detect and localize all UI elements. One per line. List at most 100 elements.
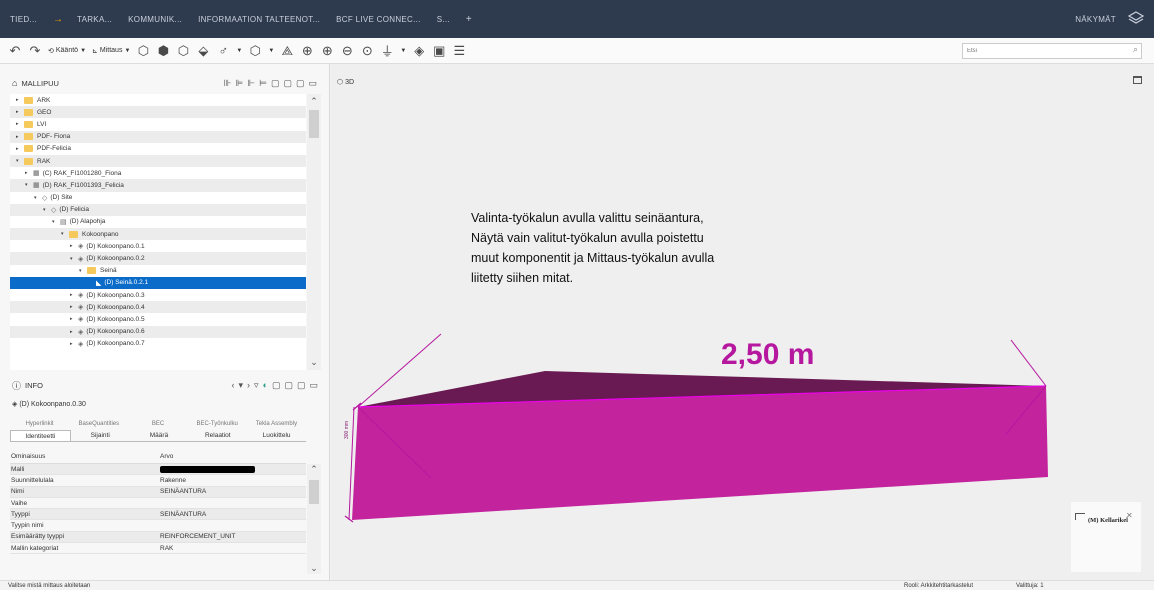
tree-row[interactable]: ▾ ▦ (D) RAK_FI1001393_Felicia bbox=[10, 179, 306, 192]
box-icon[interactable]: ▢ bbox=[272, 380, 281, 391]
tree-row[interactable]: ▸ ◈ (D) Kokoonpano.0.6 bbox=[10, 325, 306, 338]
tree-row[interactable]: ▾ ◇ (D) Site bbox=[10, 192, 306, 204]
info-tab[interactable]: Identiteetti bbox=[10, 430, 71, 441]
expanded-arrow-icon[interactable]: ▾ bbox=[52, 219, 60, 225]
section-icon[interactable]: ⏚ bbox=[380, 44, 394, 59]
collapsed-arrow-icon[interactable]: ▸ bbox=[16, 134, 24, 140]
caret-down-icon[interactable]: ▼ bbox=[400, 48, 406, 54]
tree-row[interactable]: ▸ ◈ (D) Kokoonpano.0.7 bbox=[10, 338, 306, 350]
tree-row[interactable]: ▾ Kokoonpano bbox=[10, 228, 306, 241]
layer-stack-icon[interactable]: ☰ bbox=[452, 43, 466, 58]
transparency-icon[interactable]: ♂ bbox=[216, 43, 230, 58]
search-icon[interactable]: ⌕ bbox=[1133, 44, 1138, 55]
add-tab-button[interactable]: + bbox=[466, 14, 472, 25]
collapsed-arrow-icon[interactable]: ▸ bbox=[70, 316, 78, 322]
tree-row[interactable]: ▸ PDF-Felicia bbox=[10, 143, 306, 155]
show-all-icon[interactable]: ⬡ bbox=[136, 43, 150, 58]
tree-row[interactable]: ▸ ◈ (D) Kokoonpano.0.3 bbox=[10, 289, 306, 301]
next-icon[interactable]: › bbox=[247, 380, 250, 391]
scroll-down-icon[interactable]: ⌄ bbox=[307, 357, 321, 368]
property-row[interactable]: Vaihe bbox=[10, 498, 306, 510]
collapsed-arrow-icon[interactable]: ▸ bbox=[16, 109, 24, 115]
collapsed-arrow-icon[interactable]: ▸ bbox=[70, 292, 78, 298]
menu-item-kommunik[interactable]: KOMMUNIK... bbox=[128, 15, 182, 24]
hide-icon[interactable]: ⬢ bbox=[156, 43, 170, 58]
search-input[interactable] bbox=[962, 43, 1142, 59]
menu-item-tied[interactable]: TIED... bbox=[10, 15, 37, 24]
layers-icon[interactable] bbox=[1127, 11, 1145, 27]
3d-viewport[interactable]: ⬡ 3D Valinta-työkalun avulla valittu sei… bbox=[331, 64, 1154, 580]
tree-row[interactable]: ▾ ◈ (D) Kokoonpano.0.2 bbox=[10, 252, 306, 265]
box-icon[interactable]: ▢ bbox=[283, 78, 292, 89]
collapsed-arrow-icon[interactable]: ▸ bbox=[16, 121, 24, 127]
expanded-arrow-icon[interactable]: ▾ bbox=[16, 158, 24, 164]
box-icon[interactable]: ▢ bbox=[296, 78, 305, 89]
tree-tool-icon[interactable]: ⊨ bbox=[259, 78, 267, 89]
collapsed-arrow-icon[interactable]: ▸ bbox=[25, 170, 33, 176]
tree-tool-icon[interactable]: ⊩ bbox=[247, 78, 255, 89]
info-tab[interactable]: Määrä bbox=[130, 430, 189, 441]
zoom-box-icon[interactable]: ⊕ bbox=[300, 43, 314, 58]
menu-item-s[interactable]: S... bbox=[437, 15, 450, 24]
navigation-cube[interactable]: (M) Kellarikel ✕ bbox=[1071, 502, 1141, 572]
color-icon[interactable]: ◐ bbox=[263, 380, 268, 391]
expanded-arrow-icon[interactable]: ▾ bbox=[25, 182, 33, 188]
property-row[interactable]: Suunnittelulala Rakenne bbox=[10, 475, 306, 487]
property-row[interactable]: Nimi SEINÄANTURA bbox=[10, 486, 306, 498]
expanded-arrow-icon[interactable]: ▾ bbox=[79, 268, 87, 274]
tree-tool-icon[interactable]: ⊪ bbox=[224, 78, 232, 89]
caret-down-icon[interactable]: ▼ bbox=[236, 48, 242, 54]
box-icon[interactable]: ▢ bbox=[271, 78, 280, 89]
property-row[interactable]: Tyypin nimi bbox=[10, 520, 306, 532]
tree-scrollbar[interactable]: ⌃ ⌄ bbox=[307, 94, 321, 370]
menu-item-informaation[interactable]: INFORMAATION TALTEENOT... bbox=[198, 15, 320, 24]
zoom-out-icon[interactable]: ⊖ bbox=[340, 43, 354, 58]
scroll-up-icon[interactable]: ⌃ bbox=[307, 96, 321, 107]
maximize-icon[interactable]: ▭ bbox=[308, 78, 317, 89]
info-tab[interactable]: Relaatiot bbox=[188, 430, 247, 441]
show-only-selected-icon[interactable]: ⬡ bbox=[176, 43, 190, 58]
info-tab[interactable]: Sijainti bbox=[71, 430, 130, 441]
scroll-up-icon[interactable]: ⌃ bbox=[307, 464, 321, 475]
tree-row[interactable]: ▸ ARK bbox=[10, 94, 306, 106]
tree-row[interactable]: ▸ ◈ (D) Kokoonpano.0.4 bbox=[10, 301, 306, 314]
property-scroll-thumb[interactable] bbox=[309, 480, 319, 504]
fit-view-icon[interactable]: ⟁ bbox=[280, 43, 294, 58]
tree-row[interactable]: ▸ ◈ (D) Kokoonpano.0.1 bbox=[10, 240, 306, 252]
collapsed-arrow-icon[interactable]: ▸ bbox=[16, 146, 24, 152]
collapsed-arrow-icon[interactable]: ▸ bbox=[70, 341, 78, 347]
close-icon[interactable]: ✕ bbox=[1126, 511, 1133, 520]
property-row[interactable]: Mallin kategoriat RAK bbox=[10, 543, 306, 555]
zoom-fit-icon[interactable]: ⊙ bbox=[360, 43, 374, 58]
3d-scene[interactable] bbox=[331, 64, 1154, 580]
tree-scroll-thumb[interactable] bbox=[309, 110, 319, 138]
tree-row[interactable]: ▾ ▤ (D) Alapohja bbox=[10, 216, 306, 228]
tree-row[interactable]: ▾ ◇ (D) Felicia bbox=[10, 203, 306, 216]
expanded-arrow-icon[interactable]: ▾ bbox=[43, 207, 51, 213]
isolate-icon[interactable]: ⬙ bbox=[196, 43, 210, 58]
dropdown-icon[interactable]: ▾ bbox=[238, 380, 243, 391]
scroll-down-icon[interactable]: ⌄ bbox=[307, 563, 321, 574]
cube-view-icon[interactable]: ⬡ bbox=[248, 43, 262, 58]
zoom-in-icon[interactable]: ⊕ bbox=[320, 43, 334, 58]
nakymat-menu[interactable]: NÄKYMÄT bbox=[1075, 15, 1116, 24]
collapsed-arrow-icon[interactable]: ▸ bbox=[70, 329, 78, 335]
collapsed-arrow-icon[interactable]: ▸ bbox=[70, 304, 78, 310]
maximize-icon[interactable]: ▭ bbox=[309, 380, 318, 391]
plane-icon[interactable]: ◈ bbox=[412, 43, 426, 58]
undo-icon[interactable]: ↶ bbox=[8, 43, 22, 58]
redo-icon[interactable]: ↷ bbox=[28, 43, 42, 58]
filter-icon[interactable]: ▿ bbox=[254, 380, 259, 391]
tree-row[interactable]: ▸ ◈ (D) Kokoonpano.0.5 bbox=[10, 313, 306, 325]
property-row[interactable]: Tyyppi SEINÄANTURA bbox=[10, 509, 306, 521]
rotate-tool[interactable]: ⟲ Kääntö ▼ bbox=[48, 47, 86, 55]
expanded-arrow-icon[interactable]: ▾ bbox=[61, 231, 69, 237]
tree-tool-icon[interactable]: ⊫ bbox=[235, 78, 243, 89]
box-icon[interactable]: ▢ bbox=[284, 380, 293, 391]
collapsed-arrow-icon[interactable]: ▸ bbox=[70, 243, 78, 249]
tree-row[interactable]: ▸ LVI bbox=[10, 118, 306, 130]
tree-row[interactable]: ▸ ▦ (C) RAK_FI1001280_Fiona bbox=[10, 167, 306, 179]
expanded-arrow-icon[interactable]: ▾ bbox=[34, 195, 42, 201]
property-row[interactable]: Esimäärätty tyyppi REINFORCEMENT_UNIT bbox=[10, 531, 306, 544]
property-scrollbar[interactable]: ⌃ ⌄ bbox=[307, 464, 321, 574]
